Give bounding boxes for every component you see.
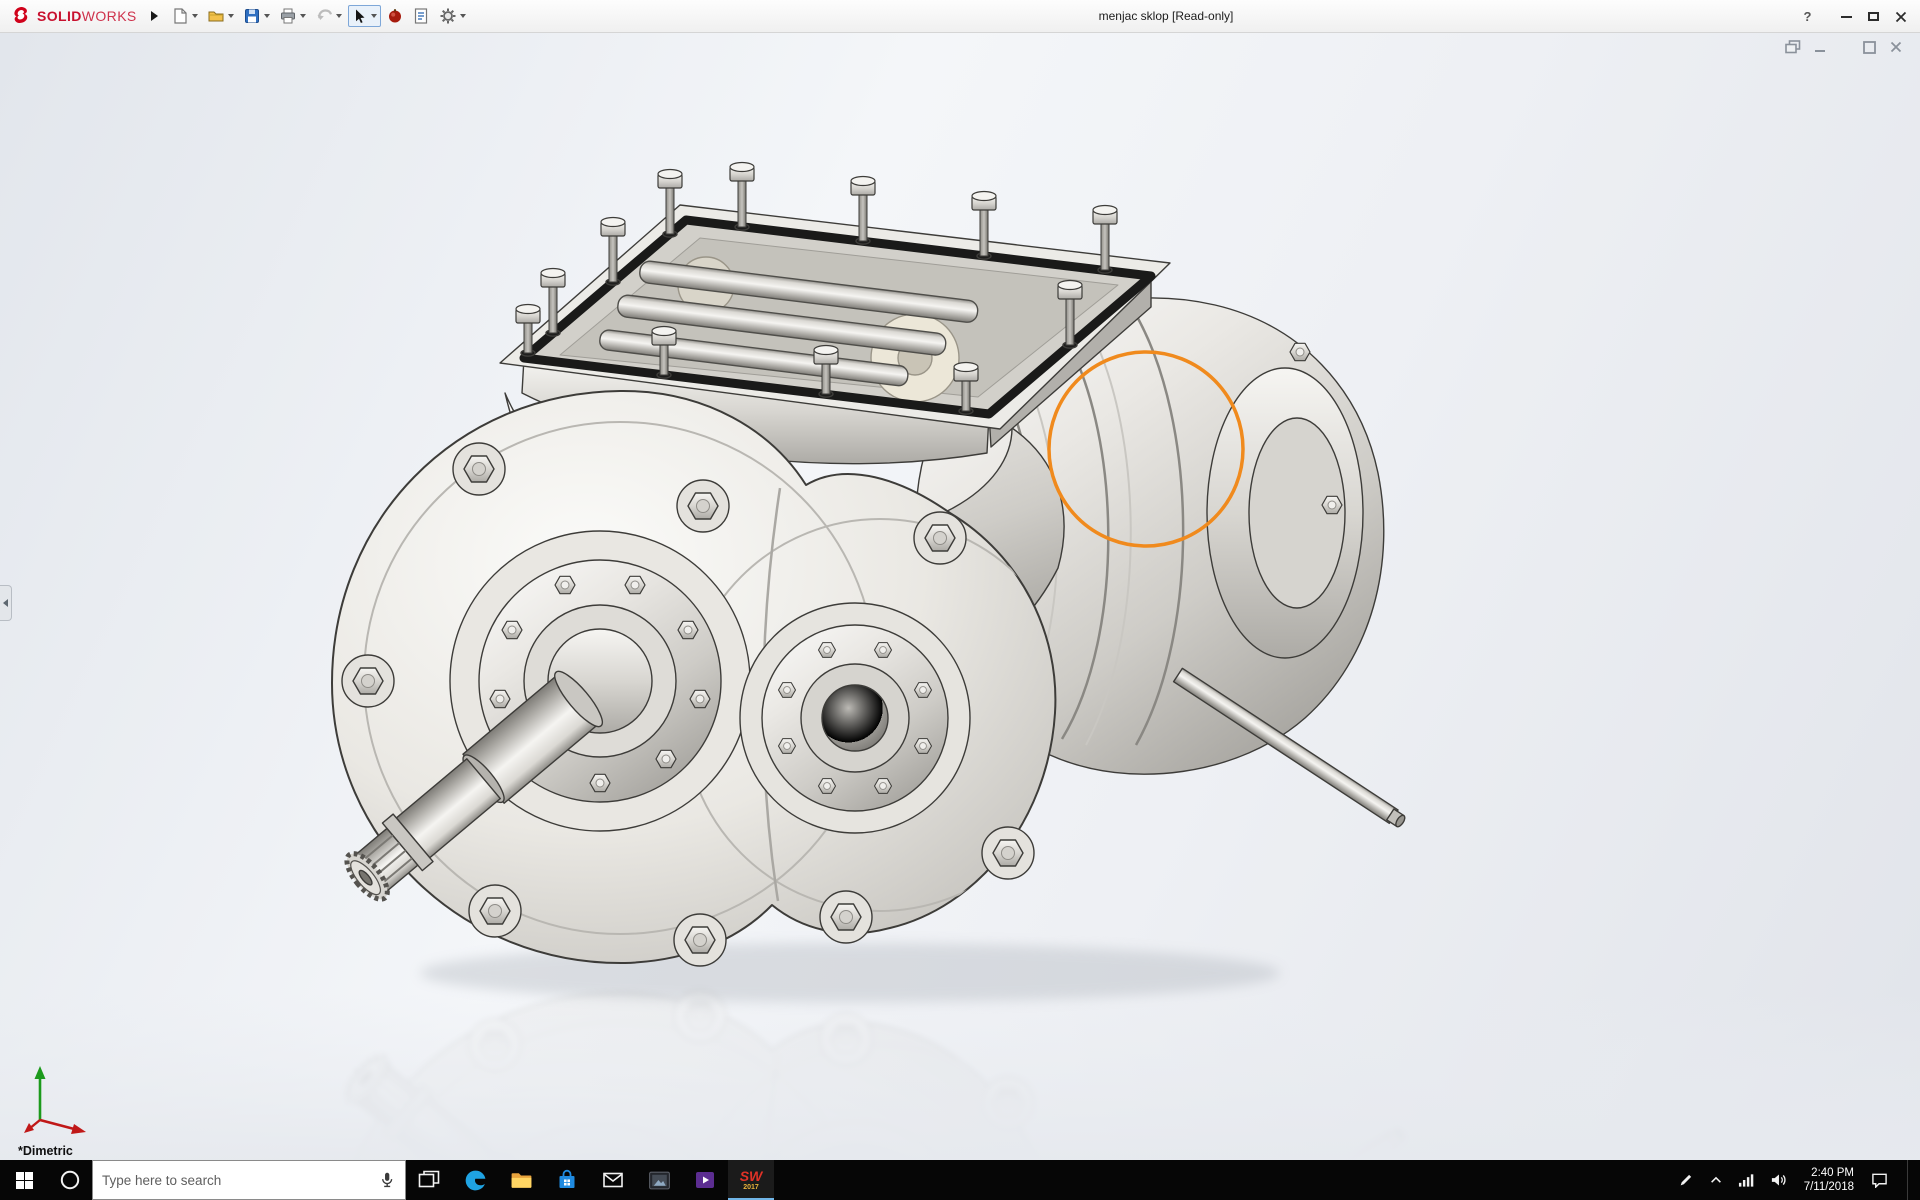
gearbox-3d-model[interactable] [0, 33, 1920, 1160]
clock-date: 7/11/2018 [1804, 1180, 1854, 1194]
options-button[interactable] [436, 5, 469, 27]
movies-tv-button[interactable] [682, 1160, 728, 1200]
graphics-area[interactable]: *Dimetric [0, 33, 1920, 1160]
chevron-up-icon [1709, 1173, 1723, 1187]
minimize-icon [1814, 41, 1826, 53]
system-tray: 2:40 PM 7/11/2018 [1670, 1160, 1920, 1200]
solidworks-taskbar-button[interactable]: SW 2017 [728, 1160, 774, 1200]
store-icon [555, 1168, 579, 1192]
close-icon [1895, 11, 1907, 23]
store-button[interactable] [544, 1160, 590, 1200]
cortana-button[interactable] [48, 1160, 92, 1200]
tray-overflow-button[interactable] [1709, 1173, 1723, 1187]
save-button[interactable] [240, 5, 273, 27]
dropdown-caret-icon[interactable] [228, 14, 234, 18]
doc-minimize-button[interactable] [1810, 38, 1830, 56]
taskbar-clock[interactable]: 2:40 PM 7/11/2018 [1802, 1166, 1856, 1194]
solidworks-logo: SOLIDWORKS [0, 5, 145, 27]
photos-icon [647, 1168, 672, 1193]
undo-icon [315, 7, 333, 25]
undo-button[interactable] [312, 5, 345, 27]
ds-logo-icon [10, 5, 32, 27]
file-explorer-icon [509, 1168, 534, 1193]
menu-flyout-arrow-icon[interactable] [151, 11, 158, 21]
dropdown-caret-icon[interactable] [371, 14, 377, 18]
cascade-icon [1785, 40, 1801, 54]
new-document-button[interactable] [168, 5, 201, 27]
select-arrow-icon [352, 8, 368, 24]
edge-icon [463, 1168, 488, 1193]
orientation-triad [22, 1058, 98, 1138]
action-center-button[interactable] [1871, 1172, 1888, 1188]
movies-tv-icon [693, 1168, 717, 1192]
maximize-button[interactable] [1860, 5, 1887, 29]
new-document-icon [171, 7, 189, 25]
taskbar-search[interactable] [92, 1160, 406, 1200]
open-button[interactable] [204, 5, 237, 27]
quick-access-toolbar [168, 5, 469, 27]
task-view-button[interactable] [406, 1160, 452, 1200]
dropdown-caret-icon[interactable] [264, 14, 270, 18]
mail-button[interactable] [590, 1160, 636, 1200]
dropdown-caret-icon[interactable] [460, 14, 466, 18]
solidworks-2017-icon: SW 2017 [740, 1169, 763, 1191]
clock-time: 2:40 PM [1804, 1166, 1854, 1180]
volume-button[interactable] [1770, 1172, 1787, 1188]
windows-taskbar: SW 2017 2:40 PM 7/11/2018 [0, 1160, 1920, 1200]
solidworks-window: SOLIDWORKS [0, 0, 1920, 1200]
doc-cascade-button[interactable] [1783, 38, 1803, 56]
gearbox-assembly[interactable] [332, 163, 1407, 967]
help-button[interactable]: ? [1794, 5, 1821, 29]
save-floppy-icon [243, 7, 261, 25]
print-icon [279, 7, 297, 25]
microphone-icon[interactable] [378, 1171, 396, 1189]
view-orientation-label: *Dimetric [18, 1144, 73, 1158]
select-tool-button[interactable] [348, 5, 381, 27]
window-controls: ? [1794, 0, 1914, 33]
search-input[interactable] [102, 1173, 370, 1188]
open-folder-icon [207, 7, 225, 25]
featuremanager-collapsed-tab[interactable] [0, 585, 12, 621]
rebuild-button[interactable] [384, 6, 406, 26]
close-button[interactable] [1887, 5, 1914, 29]
volume-icon [1770, 1172, 1787, 1188]
photos-button[interactable] [636, 1160, 682, 1200]
cortana-circle-icon [59, 1169, 81, 1191]
windows-logo-icon [16, 1172, 33, 1189]
red-sphere-icon [387, 8, 403, 24]
action-center-icon [1871, 1172, 1888, 1188]
show-desktop-button[interactable] [1907, 1160, 1912, 1200]
restore-icon [1863, 41, 1876, 54]
file-properties-icon [412, 7, 430, 25]
network-button[interactable] [1738, 1172, 1755, 1188]
start-button[interactable] [0, 1160, 48, 1200]
dropdown-caret-icon[interactable] [336, 14, 342, 18]
file-properties-button[interactable] [409, 5, 433, 27]
mail-icon [601, 1168, 625, 1192]
pen-icon [1678, 1172, 1694, 1188]
titlebar: SOLIDWORKS [0, 0, 1920, 33]
file-explorer-button[interactable] [498, 1160, 544, 1200]
dropdown-caret-icon[interactable] [300, 14, 306, 18]
document-window-controls [1783, 38, 1906, 56]
options-gear-icon [439, 7, 457, 25]
task-view-icon [418, 1170, 440, 1190]
dropdown-caret-icon[interactable] [192, 14, 198, 18]
doc-close-button[interactable] [1886, 38, 1906, 56]
doc-restore-button[interactable] [1859, 38, 1879, 56]
network-icon [1738, 1172, 1755, 1188]
chevron-left-icon [3, 599, 8, 607]
logo-wordmark: SOLIDWORKS [37, 8, 137, 24]
edge-button[interactable] [452, 1160, 498, 1200]
minimize-button[interactable] [1833, 5, 1860, 29]
document-title: menjac sklop [Read-only] [1099, 9, 1234, 23]
pen-button[interactable] [1678, 1172, 1694, 1188]
close-icon [1890, 41, 1902, 53]
reflection-fade [0, 993, 1920, 1160]
print-button[interactable] [276, 5, 309, 27]
